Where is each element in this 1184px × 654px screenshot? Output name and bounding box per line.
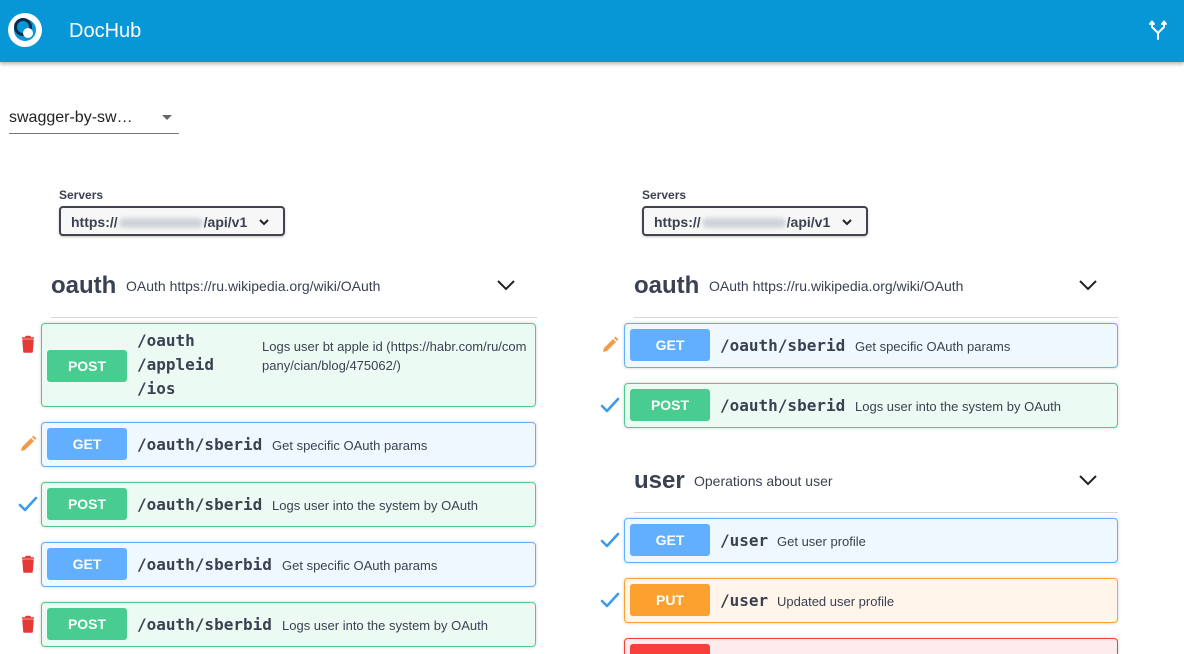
tag-description: OAuth https://ru.wikipedia.org/wiki/OAut… [126, 278, 381, 294]
method-badge: POST [47, 608, 127, 640]
operation-row[interactable]: POST /oauth/sberid Logs user into the sy… [41, 482, 536, 527]
method-badge: POST [47, 488, 127, 520]
operation-row[interactable]: GET /oauth/sberbid Get specific OAuth pa… [41, 542, 536, 587]
check-icon[interactable] [18, 494, 38, 514]
operation-summary: Logs user into the system by OAuth [282, 618, 488, 633]
tag-description: Operations about user [694, 473, 833, 489]
tag-oauth-header[interactable]: oauth OAuth https://ru.wikipedia.org/wik… [634, 262, 1118, 318]
method-badge [630, 644, 710, 654]
operation-row[interactable]: POST /oauth/sberid Logs user into the sy… [624, 383, 1118, 428]
operation-summary: Get specific OAuth params [282, 558, 438, 573]
check-icon[interactable] [600, 530, 620, 550]
operation-row[interactable]: PUT /user Updated user profile [624, 578, 1118, 623]
app-bar: DocHub [0, 0, 1184, 62]
edit-icon[interactable] [18, 434, 38, 454]
tag-user-header[interactable]: user Operations about user [634, 457, 1118, 513]
operation-row[interactable]: GET /user Get user profile [624, 518, 1118, 563]
delete-icon[interactable] [18, 554, 38, 574]
method-badge: GET [630, 329, 710, 361]
operation-path: /user [720, 591, 769, 610]
app-title: DocHub [69, 20, 142, 42]
method-badge: POST [47, 350, 127, 382]
redacted-host [118, 218, 203, 229]
operation-summary: Get user profile [777, 534, 866, 549]
servers-label: Servers [642, 188, 687, 202]
operation-row[interactable] [624, 638, 1118, 654]
server-url: https:///api/v1 [654, 214, 831, 230]
operation-summary: Updated user profile [777, 594, 895, 609]
delete-icon[interactable] [18, 334, 38, 354]
tag-name: user [634, 467, 685, 494]
operation-row[interactable]: POST /oauth/appleid/ios Logs user bt app… [41, 323, 536, 407]
check-icon[interactable] [600, 395, 620, 415]
edit-icon[interactable] [600, 335, 620, 355]
server-url: https:///api/v1 [71, 214, 248, 230]
operation-row[interactable]: GET /oauth/sberid Get specific OAuth par… [624, 323, 1118, 368]
operation-path: /oauth/sberbid [137, 615, 272, 634]
operation-path: /user [720, 531, 769, 550]
operation-summary: Logs user bt apple id (https://habr.com/… [262, 339, 527, 373]
operation-summary: Logs user into the system by OAuth [272, 498, 478, 513]
operation-path: /oauth/sberid [720, 336, 846, 355]
document-select[interactable]: swagger-by-sw… [9, 100, 179, 134]
fork-icon[interactable] [1146, 18, 1170, 42]
operation-summary: Get specific OAuth params [855, 339, 1011, 354]
server-select[interactable]: https:///api/v1 [59, 206, 285, 236]
check-icon[interactable] [600, 590, 620, 610]
operation-path: /oauth/sberid [137, 495, 263, 514]
operation-row[interactable]: GET /oauth/sberid Get specific OAuth par… [41, 422, 536, 467]
chevron-down-icon [259, 219, 269, 226]
delete-icon[interactable] [18, 614, 38, 634]
document-select-value: swagger-by-sw… [9, 109, 133, 126]
redacted-host [701, 218, 786, 229]
operation-row[interactable]: POST /oauth/sberbid Logs user into the s… [41, 602, 536, 647]
chevron-down-icon[interactable] [1077, 274, 1099, 296]
method-badge: GET [47, 428, 127, 460]
operation-path: /oauth/sberbid [137, 555, 272, 574]
operation-summary: Logs user into the system by OAuth [855, 399, 1061, 414]
dochub-logo-icon[interactable] [8, 13, 42, 47]
method-badge: PUT [630, 584, 710, 616]
operation-path: /oauth/sberid [720, 396, 846, 415]
tag-description: OAuth https://ru.wikipedia.org/wiki/OAut… [709, 278, 964, 294]
tag-name: oauth [51, 272, 117, 299]
tag-oauth-header[interactable]: oauth OAuth https://ru.wikipedia.org/wik… [51, 262, 537, 318]
operation-summary: Get specific OAuth params [272, 438, 428, 453]
method-badge: POST [630, 389, 710, 421]
chevron-down-icon [842, 219, 852, 226]
operation-path: /oauth/sberid [137, 435, 263, 454]
servers-label: Servers [59, 188, 104, 202]
chevron-down-icon[interactable] [495, 274, 517, 296]
operation-path: /oauth/appleid/ios [137, 331, 215, 398]
tag-name: oauth [634, 272, 700, 299]
server-select[interactable]: https:///api/v1 [642, 206, 868, 236]
chevron-down-icon[interactable] [1077, 469, 1099, 491]
method-badge: GET [630, 524, 710, 556]
caret-down-icon [162, 115, 172, 120]
method-badge: GET [47, 548, 127, 580]
